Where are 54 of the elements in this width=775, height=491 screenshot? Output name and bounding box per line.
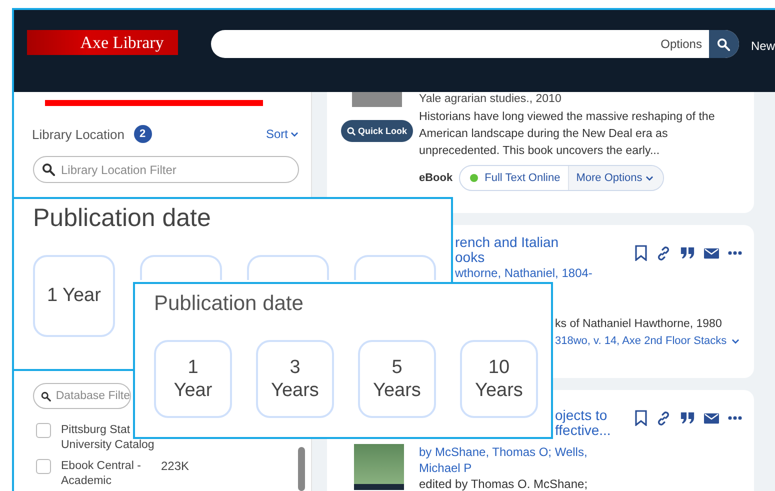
source-text: Yale agrarian studies., 2010 bbox=[419, 93, 562, 105]
link-icon[interactable] bbox=[656, 410, 671, 426]
date-option-button[interactable]: 10 Years bbox=[460, 340, 538, 418]
mail-icon[interactable] bbox=[704, 412, 719, 424]
count-badge: 2 bbox=[134, 125, 152, 143]
cover-placeholder bbox=[352, 92, 402, 107]
library-logo[interactable]: Axe Library bbox=[27, 30, 178, 55]
scrollbar-thumb[interactable] bbox=[298, 447, 305, 491]
caret-icon bbox=[646, 176, 654, 180]
quick-look-button[interactable]: Quick Look bbox=[341, 120, 414, 142]
search-icon bbox=[42, 163, 55, 176]
result-title[interactable]: ojects to ffective... bbox=[555, 408, 754, 438]
cover-placeholder bbox=[354, 444, 404, 490]
date-option-button[interactable]: 1 Year bbox=[154, 340, 232, 418]
options-link[interactable]: Options bbox=[660, 37, 702, 51]
result-title[interactable]: rench and Italian ooks bbox=[455, 235, 754, 265]
facet-title: Library Location bbox=[32, 126, 124, 142]
nav-link[interactable]: New bbox=[750, 39, 775, 53]
search-icon bbox=[347, 126, 356, 136]
description-text: Historians have long viewed the massive reshaping of the American landscape during the New Deal era as unprecedented. This book uncovers the early... bbox=[419, 109, 716, 159]
author-link[interactable]: wthorne, Nathaniel, 1804- bbox=[455, 266, 754, 280]
search-icon bbox=[41, 390, 51, 402]
quote-icon[interactable] bbox=[680, 411, 695, 425]
series-text: ks of Nathaniel Hawthorne, 1980 bbox=[555, 318, 723, 330]
panel-title: Publication date bbox=[154, 292, 304, 316]
caret-icon bbox=[291, 132, 298, 136]
bookmark-icon[interactable] bbox=[635, 410, 647, 426]
facet-item-count: 223K bbox=[161, 459, 190, 474]
date-option-button[interactable]: 5 Years bbox=[358, 340, 436, 418]
format-label: eBook bbox=[419, 172, 453, 184]
more-icon[interactable] bbox=[728, 251, 742, 255]
mail-icon[interactable] bbox=[704, 248, 719, 258]
bookmark-icon[interactable] bbox=[635, 245, 647, 261]
search-button[interactable] bbox=[708, 30, 739, 58]
quote-icon[interactable] bbox=[680, 246, 695, 260]
more-icon[interactable] bbox=[728, 416, 742, 420]
filter-field[interactable]: Database Filte bbox=[33, 383, 131, 409]
checkbox[interactable] bbox=[36, 459, 51, 474]
more-options-button[interactable]: More Options bbox=[568, 166, 664, 190]
facet-item-label[interactable]: Ebook Central - Academic bbox=[61, 459, 161, 489]
author-link[interactable]: by McShane, Thomas O; Wells, Michael P bbox=[419, 444, 588, 476]
link-icon[interactable] bbox=[656, 246, 671, 260]
search-icon bbox=[717, 38, 730, 50]
filter-field[interactable]: Library Location Filter bbox=[33, 156, 299, 183]
full-text-link[interactable]: Full Text Online bbox=[460, 166, 568, 190]
holding-link[interactable]: 318wo, v. 14, Axe 2nd Floor Stacks bbox=[555, 335, 754, 347]
checkbox[interactable] bbox=[36, 423, 51, 438]
date-option-button[interactable]: 1 Year bbox=[33, 255, 115, 337]
panel-title: Publication date bbox=[33, 204, 212, 233]
sort-link[interactable]: Sort bbox=[266, 127, 298, 141]
search-field[interactable]: Options bbox=[210, 30, 739, 58]
caret-icon bbox=[732, 338, 739, 344]
date-option-button[interactable]: 3 Years bbox=[256, 340, 334, 418]
editor-text: edited by Thomas O. McShane; bbox=[419, 476, 588, 491]
